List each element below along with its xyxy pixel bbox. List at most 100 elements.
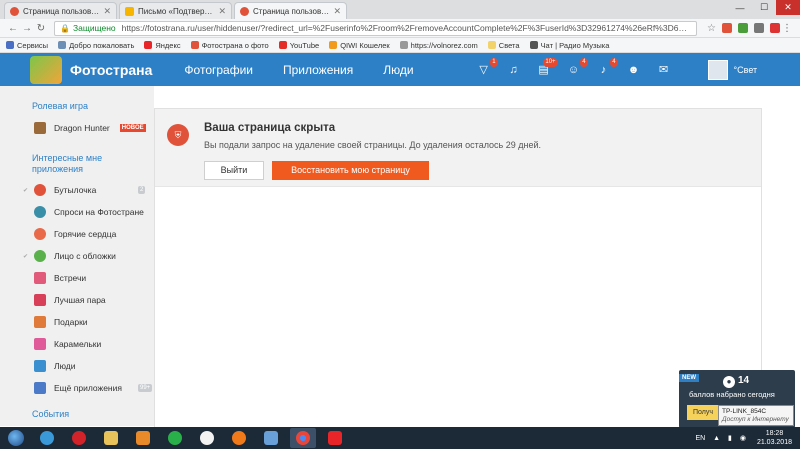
people-icon[interactable]: ☻ <box>626 63 642 77</box>
close-tab-icon[interactable]: ✕ <box>103 6 111 17</box>
minimize-icon[interactable]: — <box>728 0 752 15</box>
menu-item-apps[interactable]: Приложения <box>283 63 353 77</box>
taskbar-ie[interactable] <box>34 428 60 448</box>
pin-icon: ✔ <box>23 253 29 260</box>
sidebar-item-hot-hearts[interactable]: Горячие сердца <box>34 223 154 245</box>
guests-icon[interactable]: ☺ 4 <box>566 57 588 77</box>
yandex-icon <box>328 431 342 445</box>
taskbar-app[interactable] <box>162 428 188 448</box>
sidebar-section-events: События <box>32 409 70 419</box>
bookmark-item[interactable]: Яндекс <box>144 41 181 50</box>
best-pair-icon <box>34 294 46 306</box>
tab-title: Страница пользовател <box>23 6 100 16</box>
extension-icon[interactable] <box>770 23 780 33</box>
bookmark-item[interactable]: QIWI Кошелек <box>329 41 390 50</box>
extension-icon[interactable] <box>738 23 748 33</box>
friends-icon[interactable]: ▤ 10+ <box>536 57 558 77</box>
sidebar-item-label: Бутылочка <box>54 185 97 195</box>
url-text: https://fotostrana.ru/user/hiddenuser/?r… <box>121 23 692 33</box>
internet-explorer-icon <box>40 431 54 445</box>
sidebar-item-cover-face[interactable]: ✔ Лицо с обложки <box>23 245 154 267</box>
extension-icon[interactable] <box>754 23 764 33</box>
taskbar-explorer[interactable] <box>98 428 124 448</box>
page-icon <box>58 41 67 49</box>
user-menu[interactable]: °Свет ▼ <box>707 59 800 80</box>
coin-icon: ● <box>723 376 735 388</box>
gift-icon[interactable]: ▽ 1 <box>476 57 498 77</box>
browser-tab-2[interactable]: Письмо «Подтвержден ✕ <box>119 2 232 19</box>
bookmark-star-icon[interactable]: ☆ <box>707 23 716 34</box>
back-icon[interactable]: ← <box>6 23 20 34</box>
restore-page-button[interactable]: Восстановить мою страницу <box>272 161 429 180</box>
taskbar-opera[interactable] <box>66 428 92 448</box>
clock[interactable]: 18:28 21.03.2018 <box>757 429 792 447</box>
tab-title: Страница пользовател <box>253 6 330 16</box>
username: °Свет <box>733 64 758 75</box>
url-field[interactable]: 🔒 Защищено https://fotostrana.ru/user/hi… <box>54 20 698 36</box>
media-player-icon <box>136 431 150 445</box>
sidebar-item-label: Встречи <box>54 273 87 283</box>
sidebar-item-label: Спроси на Фотостране <box>54 207 144 217</box>
bookmark-item[interactable]: Фотострана о фото <box>190 41 269 50</box>
music-icon[interactable]: ♫ <box>506 63 522 77</box>
time: 18:28 <box>765 430 784 437</box>
taskbar-app2[interactable] <box>258 428 284 448</box>
tray-icons[interactable]: ▲ ▮ ◉ <box>713 434 749 442</box>
date: 21.03.2018 <box>756 439 792 446</box>
yandex-icon <box>144 41 153 49</box>
sidebar-item-bottle[interactable]: ✔ Бутылочка 2 <box>23 179 154 201</box>
menu-item-photos[interactable]: Фотографии <box>184 63 253 77</box>
sidebar-item-dragon-hunter[interactable]: Dragon Hunter НОВОЕ <box>34 117 154 139</box>
network-name: TP-LINK_854C <box>722 408 767 415</box>
sidebar-item-gifts[interactable]: Подарки <box>34 311 154 333</box>
folder-icon <box>104 431 118 445</box>
taskbar-avast[interactable] <box>226 428 252 448</box>
browser-tab-1[interactable]: Страница пользовател ✕ <box>4 2 117 19</box>
bookmark-item[interactable]: Света <box>487 41 520 50</box>
sidebar-item-label: Карамельки <box>54 339 102 349</box>
taskbar-yandex-2[interactable] <box>322 428 348 448</box>
bookmark-item[interactable]: https://volnorez.com <box>399 41 478 50</box>
sidebar-item-caramels[interactable]: Карамельки <box>34 333 154 355</box>
cover-face-icon <box>34 250 46 262</box>
mail-icon[interactable]: ✉ <box>656 63 672 77</box>
extension-icon[interactable] <box>722 23 732 33</box>
bookmark-item[interactable]: Добро пожаловать <box>58 41 134 50</box>
sidebar-item-more-apps[interactable]: Ещё приложения 99+ <box>34 377 154 399</box>
browser-tab-3[interactable]: Страница пользовател ✕ <box>234 2 347 19</box>
points-text: баллов набрано сегодня <box>689 390 775 399</box>
sidebar-item-label: Лучшая пара <box>54 295 106 305</box>
bottle-icon <box>34 184 46 196</box>
bookmark-item[interactable]: YouTube <box>278 41 319 50</box>
sidebar-item-ask[interactable]: Спроси на Фотостране <box>34 201 154 223</box>
menu-item-people[interactable]: Люди <box>383 63 413 77</box>
exit-button[interactable]: Выйти <box>204 161 264 180</box>
reload-icon[interactable]: ↻ <box>34 23 48 34</box>
bookmark-item[interactable]: Чат | Радио Музыка <box>529 41 609 50</box>
sidebar-item-people[interactable]: Люди <box>34 355 154 377</box>
windows-logo-icon <box>8 430 24 446</box>
sidebar-item-best-pair[interactable]: Лучшая пара <box>34 289 154 311</box>
menu-icon[interactable]: ⋮ <box>780 23 794 34</box>
avatar[interactable] <box>707 59 728 80</box>
language-indicator[interactable]: EN <box>695 435 705 442</box>
taskbar-chrome[interactable] <box>290 428 316 448</box>
forward-icon[interactable]: → <box>20 23 34 34</box>
bookmark-item[interactable]: Сервисы <box>6 41 48 50</box>
close-window-icon[interactable]: ✕ <box>776 0 800 15</box>
sidebar-item-meetings[interactable]: Встречи <box>34 267 154 289</box>
maximize-icon[interactable]: ☐ <box>752 0 776 15</box>
notice-text: Вы подали запрос на удаление своей стран… <box>204 140 542 150</box>
taskbar-media[interactable] <box>130 428 156 448</box>
site-logo[interactable]: Фотострана <box>30 55 152 84</box>
bell-icon[interactable]: ♪ 4 <box>596 57 618 77</box>
network-status: Доступ к Интернету <box>722 416 789 423</box>
yandex-browser-icon <box>200 431 214 445</box>
close-tab-icon[interactable]: ✕ <box>333 6 341 17</box>
count-badge: 99+ <box>138 384 153 392</box>
app-icon <box>168 431 182 445</box>
close-tab-icon[interactable]: ✕ <box>218 6 226 17</box>
app-icon <box>264 431 278 445</box>
taskbar-yandex[interactable] <box>194 428 220 448</box>
start-button[interactable] <box>4 428 28 448</box>
